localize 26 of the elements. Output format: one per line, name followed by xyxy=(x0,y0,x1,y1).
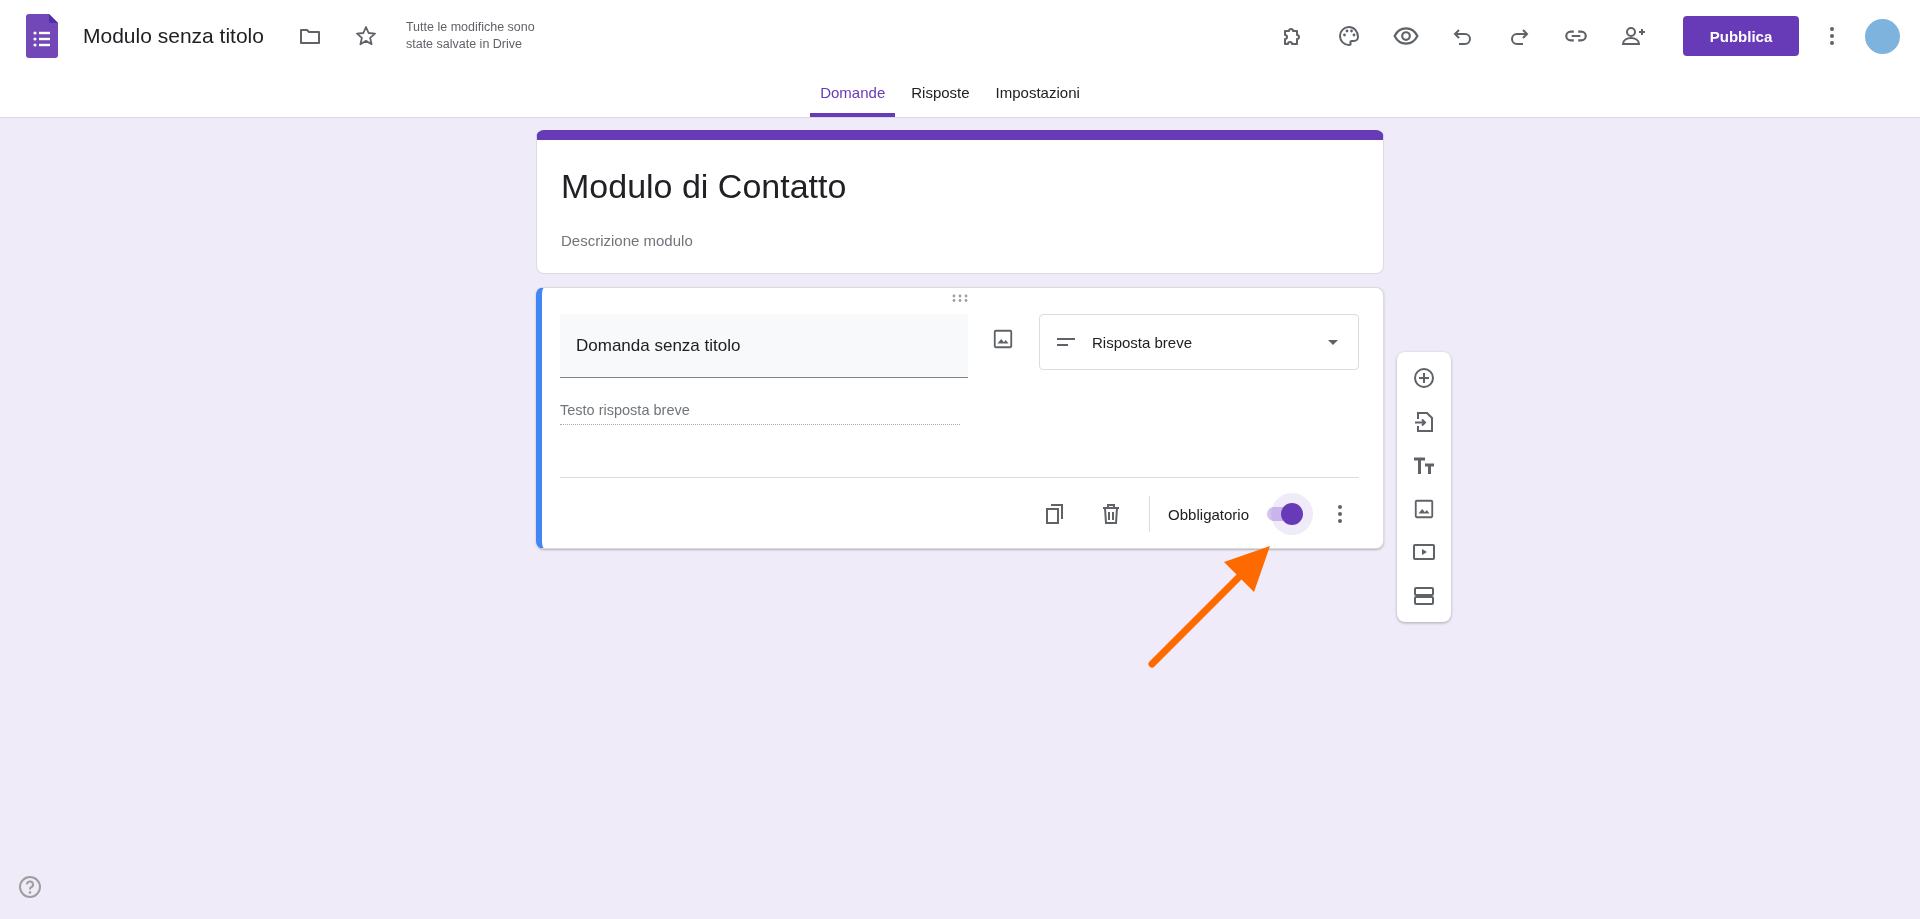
more-options-icon[interactable] xyxy=(1829,26,1835,46)
forms-logo-icon[interactable] xyxy=(26,14,58,58)
section-icon[interactable] xyxy=(1412,584,1436,608)
image-icon[interactable] xyxy=(1413,498,1435,520)
publish-button[interactable]: Pubblica xyxy=(1683,16,1799,56)
question-type-dropdown[interactable]: Risposta breve xyxy=(1039,314,1359,370)
caret-icon xyxy=(1328,339,1338,345)
document-title[interactable]: Modulo senza titolo xyxy=(83,24,264,48)
more-options-icon[interactable] xyxy=(1337,504,1343,524)
add-circle-icon[interactable] xyxy=(1412,366,1436,390)
tab[interactable]: Risposte xyxy=(901,72,980,117)
tab[interactable]: Domande xyxy=(810,72,896,117)
import-icon[interactable] xyxy=(1412,410,1436,434)
short-text-icon xyxy=(1056,337,1076,347)
tab[interactable]: Impostazioni xyxy=(985,72,1090,117)
palette-icon[interactable] xyxy=(1337,24,1361,48)
question-title-field[interactable]: Domanda senza titolo xyxy=(560,314,968,378)
save-status-text: Tutte le modifiche sono state salvate in Drive xyxy=(405,19,536,53)
answer-field: Testo risposta breve xyxy=(560,402,960,425)
image-icon[interactable] xyxy=(992,328,1014,350)
required-label: Obbligatorio xyxy=(1168,505,1249,523)
question-type-label: Risposta breve xyxy=(1092,333,1194,351)
form-title[interactable]: Modulo di Contatto xyxy=(561,164,1359,208)
drag-handle-icon[interactable] xyxy=(951,294,968,302)
add-person-icon[interactable] xyxy=(1621,24,1647,48)
star-icon[interactable] xyxy=(353,24,378,48)
